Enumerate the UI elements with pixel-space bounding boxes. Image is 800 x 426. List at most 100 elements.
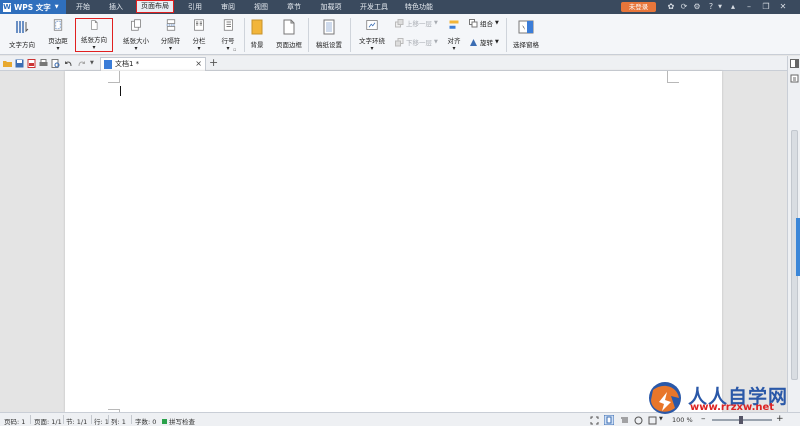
status-separator bbox=[63, 415, 64, 424]
redo-icon[interactable] bbox=[77, 59, 86, 68]
tab-view[interactable]: 视图 bbox=[246, 0, 276, 14]
status-word-count[interactable]: 字数: 0 bbox=[135, 416, 156, 426]
chevron-down-icon: ▼ bbox=[495, 39, 499, 45]
status-separator bbox=[30, 415, 31, 424]
tab-page-layout[interactable]: 页面布局 bbox=[136, 0, 174, 13]
close-icon[interactable]: ✕ bbox=[778, 2, 788, 12]
outline-view-icon[interactable] bbox=[620, 416, 629, 425]
settings-icon[interactable]: ⚙ bbox=[692, 2, 702, 12]
document-page[interactable] bbox=[65, 71, 722, 413]
tab-home[interactable]: 开始 bbox=[68, 0, 98, 14]
selection-pane-icon bbox=[518, 20, 534, 34]
export-pdf-icon[interactable] bbox=[27, 59, 36, 68]
spell-check-toggle[interactable]: 拼写检查 bbox=[162, 416, 195, 426]
tab-insert[interactable]: 插入 bbox=[101, 0, 131, 14]
document-icon bbox=[104, 60, 112, 69]
bring-forward-button[interactable]: 上移一层 ▼ bbox=[395, 17, 438, 29]
ribbon-separator bbox=[350, 18, 351, 52]
side-panel-handle[interactable] bbox=[796, 218, 800, 276]
dialog-launcher-icon[interactable]: ▫ bbox=[233, 47, 236, 53]
rotate-icon bbox=[470, 38, 477, 46]
skin-icon[interactable]: ✿ bbox=[666, 2, 676, 12]
orientation-button[interactable]: 纸张方向 ▾ bbox=[75, 18, 113, 52]
text-direction-label: 文字方向 bbox=[9, 41, 35, 49]
draft-paper-label: 稿纸设置 bbox=[316, 41, 342, 49]
paper-size-button[interactable]: 纸张大小 ▾ bbox=[117, 18, 155, 52]
panel-toggle-icon[interactable] bbox=[790, 59, 799, 68]
tab-addins[interactable]: 加载项 bbox=[313, 0, 349, 14]
open-folder-icon[interactable] bbox=[3, 59, 12, 68]
tab-chapter[interactable]: 章节 bbox=[279, 0, 309, 14]
print-icon[interactable] bbox=[39, 59, 48, 68]
breaks-button[interactable]: 分隔符 ▾ bbox=[157, 18, 184, 52]
chevron-down-icon: ▾ bbox=[370, 45, 374, 52]
columns-icon bbox=[194, 19, 204, 31]
chevron-down-icon: ▾ bbox=[452, 45, 456, 52]
selection-pane-label: 选择窗格 bbox=[513, 41, 539, 49]
text-wrap-icon bbox=[366, 20, 378, 30]
style-pane-icon[interactable] bbox=[790, 74, 799, 83]
app-menu-button[interactable]: W WPS 文字 ▼ bbox=[0, 0, 66, 14]
ribbon-separator bbox=[506, 18, 507, 52]
minimize-icon[interactable]: – bbox=[744, 2, 754, 12]
wps-logo-icon: W bbox=[3, 2, 11, 12]
text-direction-button[interactable]: 文字方向 bbox=[4, 18, 40, 52]
ribbon-separator bbox=[244, 18, 245, 52]
margin-corner-mark bbox=[667, 71, 679, 83]
group-icon bbox=[469, 18, 478, 27]
selection-pane-button[interactable]: 选择窗格 bbox=[509, 18, 543, 52]
document-workspace bbox=[0, 71, 787, 413]
new-tab-icon[interactable]: + bbox=[209, 57, 218, 69]
margins-button[interactable]: 页边距 ▾ bbox=[43, 18, 73, 52]
restore-icon[interactable]: ❐ bbox=[761, 2, 771, 12]
chevron-down-icon: ▾ bbox=[92, 44, 96, 51]
login-button[interactable]: 未登录 bbox=[621, 2, 656, 12]
page-border-button[interactable]: 页面边框 bbox=[273, 18, 305, 52]
ribbon-page-layout: 文字方向 页边距 ▾ 纸张方向 ▾ 纸张大小 ▾ 分隔符 ▾ 分栏 ▾ 行号 ▾… bbox=[0, 14, 800, 55]
align-button[interactable]: 对齐 ▾ bbox=[443, 18, 465, 52]
page-view-icon[interactable] bbox=[604, 415, 614, 425]
close-tab-icon[interactable]: × bbox=[195, 58, 202, 70]
status-column: 列: 1 bbox=[111, 418, 126, 426]
orientation-icon bbox=[91, 20, 98, 30]
chevron-down-icon: ▾ bbox=[226, 45, 230, 52]
save-icon[interactable] bbox=[15, 59, 24, 68]
spell-check-status-icon bbox=[162, 419, 167, 424]
line-numbers-button[interactable]: 行号 ▾ bbox=[215, 18, 241, 52]
document-tab-title: 文档1 * bbox=[115, 60, 140, 68]
background-button[interactable]: 背景 bbox=[247, 18, 267, 52]
chevron-down-icon: ▾ bbox=[56, 45, 60, 52]
chevron-down-icon: ▾ bbox=[197, 45, 201, 52]
tab-references[interactable]: 引用 bbox=[180, 0, 210, 14]
status-section: 节: 1/1 bbox=[66, 418, 88, 426]
text-cursor bbox=[120, 86, 121, 96]
columns-button[interactable]: 分栏 ▾ bbox=[189, 18, 209, 52]
rotate-label: 旋转 bbox=[480, 39, 493, 47]
web-view-icon[interactable] bbox=[634, 416, 643, 425]
breaks-label: 分隔符 bbox=[160, 37, 181, 45]
print-preview-icon[interactable] bbox=[51, 59, 60, 68]
align-label: 对齐 bbox=[447, 37, 461, 45]
group-button[interactable]: 组合 ▼ bbox=[469, 17, 499, 29]
draft-paper-button[interactable]: 稿纸设置 bbox=[311, 18, 347, 52]
chevron-down-icon: ▼ bbox=[434, 39, 438, 45]
customize-quick-access-icon[interactable]: ▼ bbox=[90, 59, 99, 68]
ribbon-collapse-icon[interactable]: ▴ bbox=[728, 2, 738, 12]
fullscreen-icon[interactable] bbox=[590, 416, 599, 425]
tab-developer[interactable]: 开发工具 bbox=[354, 0, 394, 14]
align-icon bbox=[449, 20, 459, 29]
status-separator bbox=[91, 415, 92, 424]
chevron-down-icon: ▼ bbox=[495, 20, 499, 26]
text-wrap-button[interactable]: 文字环绕 ▾ bbox=[353, 18, 391, 52]
status-pages: 页面: 1/1 bbox=[34, 418, 62, 426]
tab-review[interactable]: 审阅 bbox=[213, 0, 243, 14]
margins-label: 页边距 bbox=[48, 37, 68, 45]
sync-icon[interactable]: ⟳ bbox=[679, 2, 689, 12]
send-backward-button[interactable]: 下移一层 ▼ bbox=[395, 36, 438, 48]
rotate-button[interactable]: 旋转 ▼ bbox=[469, 36, 499, 48]
line-numbers-icon bbox=[223, 19, 233, 31]
help-dropdown-icon[interactable]: ▼ bbox=[715, 2, 725, 12]
document-tab[interactable]: 文档1 * × bbox=[100, 57, 206, 71]
tab-special-features[interactable]: 特色功能 bbox=[399, 0, 439, 14]
undo-icon[interactable] bbox=[64, 59, 73, 68]
